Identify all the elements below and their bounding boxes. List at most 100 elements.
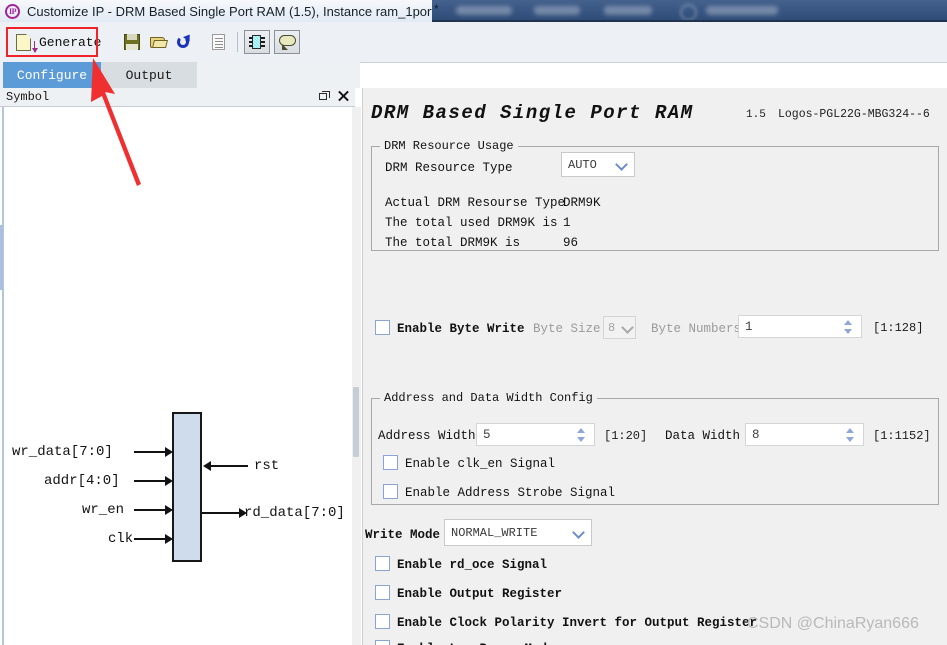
stepper-arrows-icon[interactable]	[845, 427, 855, 443]
wire-wr-data	[134, 447, 173, 457]
generate-button[interactable]: Generate	[12, 30, 109, 54]
report-button[interactable]	[205, 29, 231, 55]
enable-byte-write-checkbox[interactable]	[375, 320, 390, 335]
width-config-legend: Address and Data Width Config	[384, 391, 593, 405]
enable-clock-polarity-invert-checkbox[interactable]	[375, 614, 390, 629]
write-mode-value: NORMAL_WRITE	[451, 525, 538, 540]
tab-output[interactable]: Output	[101, 62, 197, 88]
tab-configure[interactable]: Configure	[3, 62, 101, 88]
enable-address-strobe-label: Enable Address Strobe Signal	[405, 486, 616, 500]
tab-output-label: Output	[125, 67, 173, 83]
window-title: Customize IP - DRM Based Single Port RAM…	[27, 3, 444, 19]
chevron-down-icon	[574, 528, 583, 537]
enable-clk-en-checkbox[interactable]	[383, 455, 398, 470]
enable-rd-oce-checkbox[interactable]	[375, 556, 390, 571]
title-bar-left: IP Customize IP - DRM Based Single Port …	[0, 0, 452, 22]
wire-clk	[134, 534, 173, 544]
wire-rd-data	[202, 508, 247, 518]
write-mode-select[interactable]: NORMAL_WRITE	[444, 519, 592, 546]
write-mode-label: Write Mode	[365, 528, 441, 542]
enable-output-register-label: Enable Output Register	[397, 587, 563, 601]
address-width-label: Address Width	[378, 429, 476, 443]
enable-address-strobe-checkbox[interactable]	[383, 484, 398, 499]
blur-blob	[456, 6, 512, 15]
toolbar: Generate	[0, 22, 947, 63]
tab-configure-label: Configure	[16, 67, 88, 83]
total-used-label: The total used DRM9K is	[385, 216, 558, 230]
blur-blob	[706, 6, 778, 15]
port-label-wr-en: wr_en	[82, 502, 125, 518]
port-label-addr: addr[4:0]	[44, 473, 120, 489]
config-device: Logos-PGL22G-MBG324--6	[778, 108, 930, 121]
float-panel-icon[interactable]	[319, 90, 330, 101]
drm-resource-usage-group: DRM Resource Usage	[371, 139, 939, 251]
comment-icon	[278, 35, 296, 50]
blur-asterisk: *	[434, 2, 439, 16]
scrollbar-thumb[interactable]	[353, 387, 359, 457]
address-width-value: 5	[483, 427, 491, 442]
byte-numbers-value: 1	[745, 319, 753, 334]
enable-low-power-mode-checkbox[interactable]	[375, 640, 390, 645]
symbol-panel-title: Symbol	[6, 90, 50, 104]
chevron-down-icon	[623, 323, 632, 332]
title-bar: * IP Customize IP - DRM Based Single Por…	[0, 0, 947, 22]
config-title: DRM Based Single Port RAM	[371, 102, 694, 124]
total-drm-value: 96	[563, 236, 579, 250]
toolbar-separator	[237, 32, 239, 52]
desktop-background-blur: *	[432, 0, 947, 22]
wire-rst	[203, 461, 248, 471]
stepper-arrows-icon[interactable]	[843, 319, 853, 335]
generate-icon	[16, 33, 38, 53]
symbol-panel-scrollbar[interactable]	[352, 107, 361, 645]
comment-button[interactable]	[274, 30, 301, 54]
byte-size-value: 8	[608, 320, 616, 335]
byte-numbers-range: [1:128]	[873, 321, 924, 335]
address-width-stepper[interactable]: 5	[476, 423, 595, 446]
drm-resource-type-value: AUTO	[568, 157, 597, 172]
wire-addr	[134, 476, 173, 486]
symbol-block	[172, 412, 202, 562]
symbol-view-button[interactable]	[244, 30, 271, 54]
actual-type-value: DRM9K	[563, 196, 601, 210]
actual-type-label: Actual DRM Resourse Type	[385, 196, 566, 210]
open-icon	[149, 35, 167, 49]
watermark: CSDN @ChinaRyan666	[747, 615, 919, 632]
ip-icon: IP	[5, 3, 20, 19]
byte-size-label: Byte Size	[533, 322, 601, 336]
tab-strip: Configure Output	[0, 62, 360, 88]
total-used-value: 1	[563, 216, 571, 230]
report-icon	[211, 34, 225, 50]
chevron-down-icon	[617, 160, 626, 169]
drm-resource-type-select[interactable]: AUTO	[561, 152, 635, 177]
refresh-button[interactable]	[171, 29, 197, 55]
byte-numbers-label: Byte Numbers	[651, 322, 742, 336]
enable-rd-oce-label: Enable rd_oce Signal	[397, 558, 548, 572]
port-label-wr-data: wr_data[7:0]	[12, 444, 113, 460]
symbol-panel: Symbol wr_data[7:0] addr[4:0] wr_en clk …	[0, 88, 355, 645]
drm-resource-type-label: DRM Resource Type	[385, 161, 513, 175]
address-width-range: [1:20]	[604, 429, 648, 443]
total-drm-label: The total DRM9K is	[385, 236, 521, 250]
data-width-range: [1:1152]	[873, 429, 931, 443]
chip-icon	[249, 34, 266, 50]
enable-clk-en-label: Enable clk_en Signal	[405, 457, 556, 471]
enable-clock-polarity-invert-label: Enable Clock Polarity Invert for Output …	[397, 616, 758, 630]
close-icon[interactable]	[338, 90, 349, 101]
blur-blob	[604, 6, 652, 15]
byte-size-select[interactable]: 8	[603, 316, 636, 339]
open-button[interactable]	[145, 29, 171, 55]
enable-output-register-checkbox[interactable]	[375, 585, 390, 600]
enable-byte-write-label: Enable Byte Write	[397, 322, 525, 336]
save-icon	[124, 34, 141, 50]
data-width-value: 8	[752, 427, 760, 442]
stepper-arrows-icon[interactable]	[576, 427, 586, 443]
port-label-rd-data: rd_data[7:0]	[244, 505, 345, 521]
refresh-icon	[176, 34, 192, 50]
panel-accent-marker	[0, 225, 3, 290]
byte-numbers-stepper[interactable]: 1	[738, 315, 862, 338]
tab-strip-filler	[197, 62, 360, 88]
save-button[interactable]	[119, 29, 145, 55]
port-label-clk: clk	[108, 531, 134, 547]
data-width-stepper[interactable]: 8	[745, 423, 864, 446]
port-label-rst: rst	[254, 458, 280, 474]
